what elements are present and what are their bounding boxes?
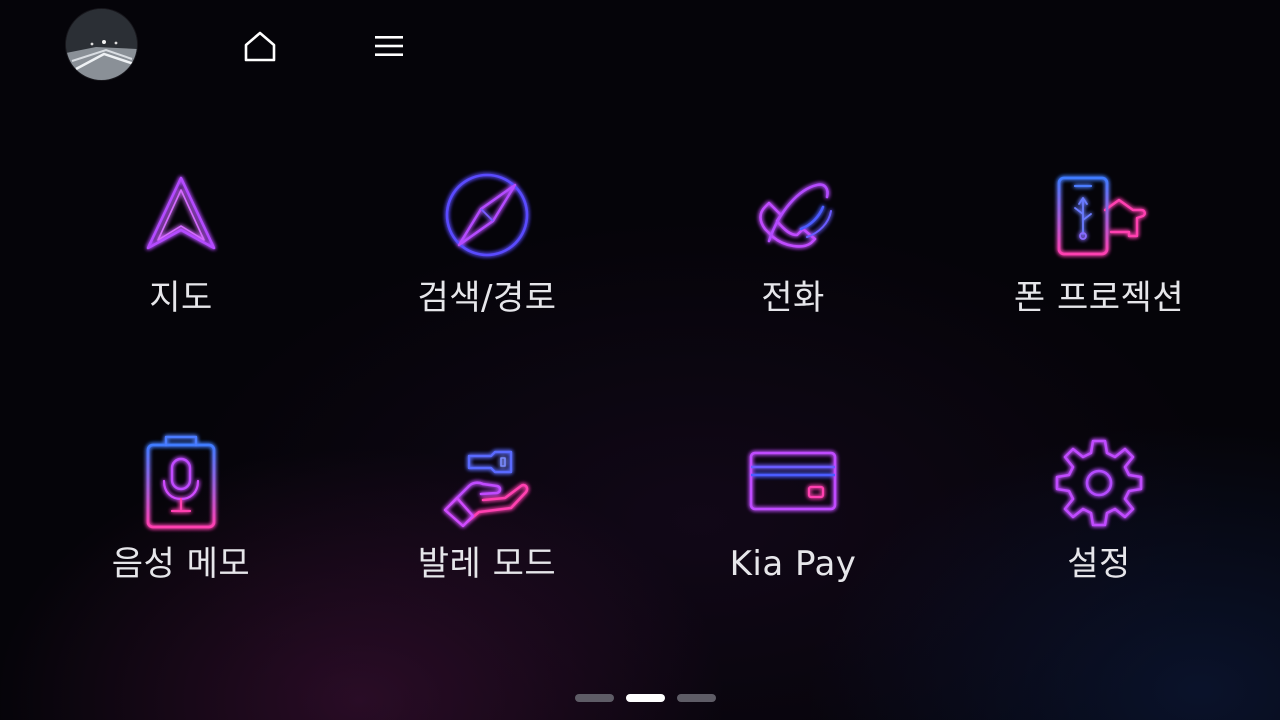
app-label: 발레 모드 bbox=[417, 544, 557, 584]
settings-gear-icon bbox=[1055, 439, 1143, 527]
app-tile-search-route[interactable]: 검색/경로 bbox=[334, 160, 640, 360]
app-tile-map[interactable]: 지도 bbox=[28, 160, 334, 360]
app-label: Kia Pay bbox=[729, 544, 857, 584]
phone-icon bbox=[759, 183, 832, 248]
home-icon bbox=[244, 31, 276, 62]
avatar-image bbox=[66, 9, 137, 80]
app-tile-phone-projection[interactable]: 폰 프로젝션 bbox=[946, 160, 1252, 360]
page-dot-2[interactable] bbox=[626, 694, 665, 702]
app-label: 설정 bbox=[1067, 544, 1131, 584]
top-bar bbox=[0, 0, 1280, 92]
app-label: 전화 bbox=[761, 278, 825, 318]
page-dot-1[interactable] bbox=[575, 694, 614, 702]
credit-card-icon bbox=[749, 451, 837, 511]
menu-button[interactable] bbox=[367, 24, 411, 68]
valet-mode-icon bbox=[443, 450, 529, 528]
app-tile-valet-mode[interactable]: 발레 모드 bbox=[334, 426, 640, 626]
app-tile-phone[interactable]: 전화 bbox=[640, 160, 946, 360]
page-indicator bbox=[575, 694, 716, 702]
hamburger-menu-icon bbox=[375, 36, 403, 56]
app-label: 검색/경로 bbox=[417, 278, 557, 318]
app-tile-voice-memo[interactable]: 음성 메모 bbox=[28, 426, 334, 626]
page-dot-3[interactable] bbox=[677, 694, 716, 702]
phone-projection-icon bbox=[1057, 176, 1146, 256]
profile-avatar[interactable] bbox=[66, 9, 137, 80]
compass-icon bbox=[445, 173, 529, 257]
app-tile-kia-pay[interactable]: Kia Pay bbox=[640, 426, 946, 626]
app-label: 음성 메모 bbox=[111, 544, 251, 584]
navigation-arrow-icon bbox=[146, 176, 216, 250]
app-label: 지도 bbox=[149, 278, 213, 318]
app-label: 폰 프로젝션 bbox=[1013, 278, 1185, 318]
app-tile-settings[interactable]: 설정 bbox=[946, 426, 1252, 626]
home-button[interactable] bbox=[238, 24, 282, 68]
voice-memo-icon bbox=[146, 435, 216, 529]
